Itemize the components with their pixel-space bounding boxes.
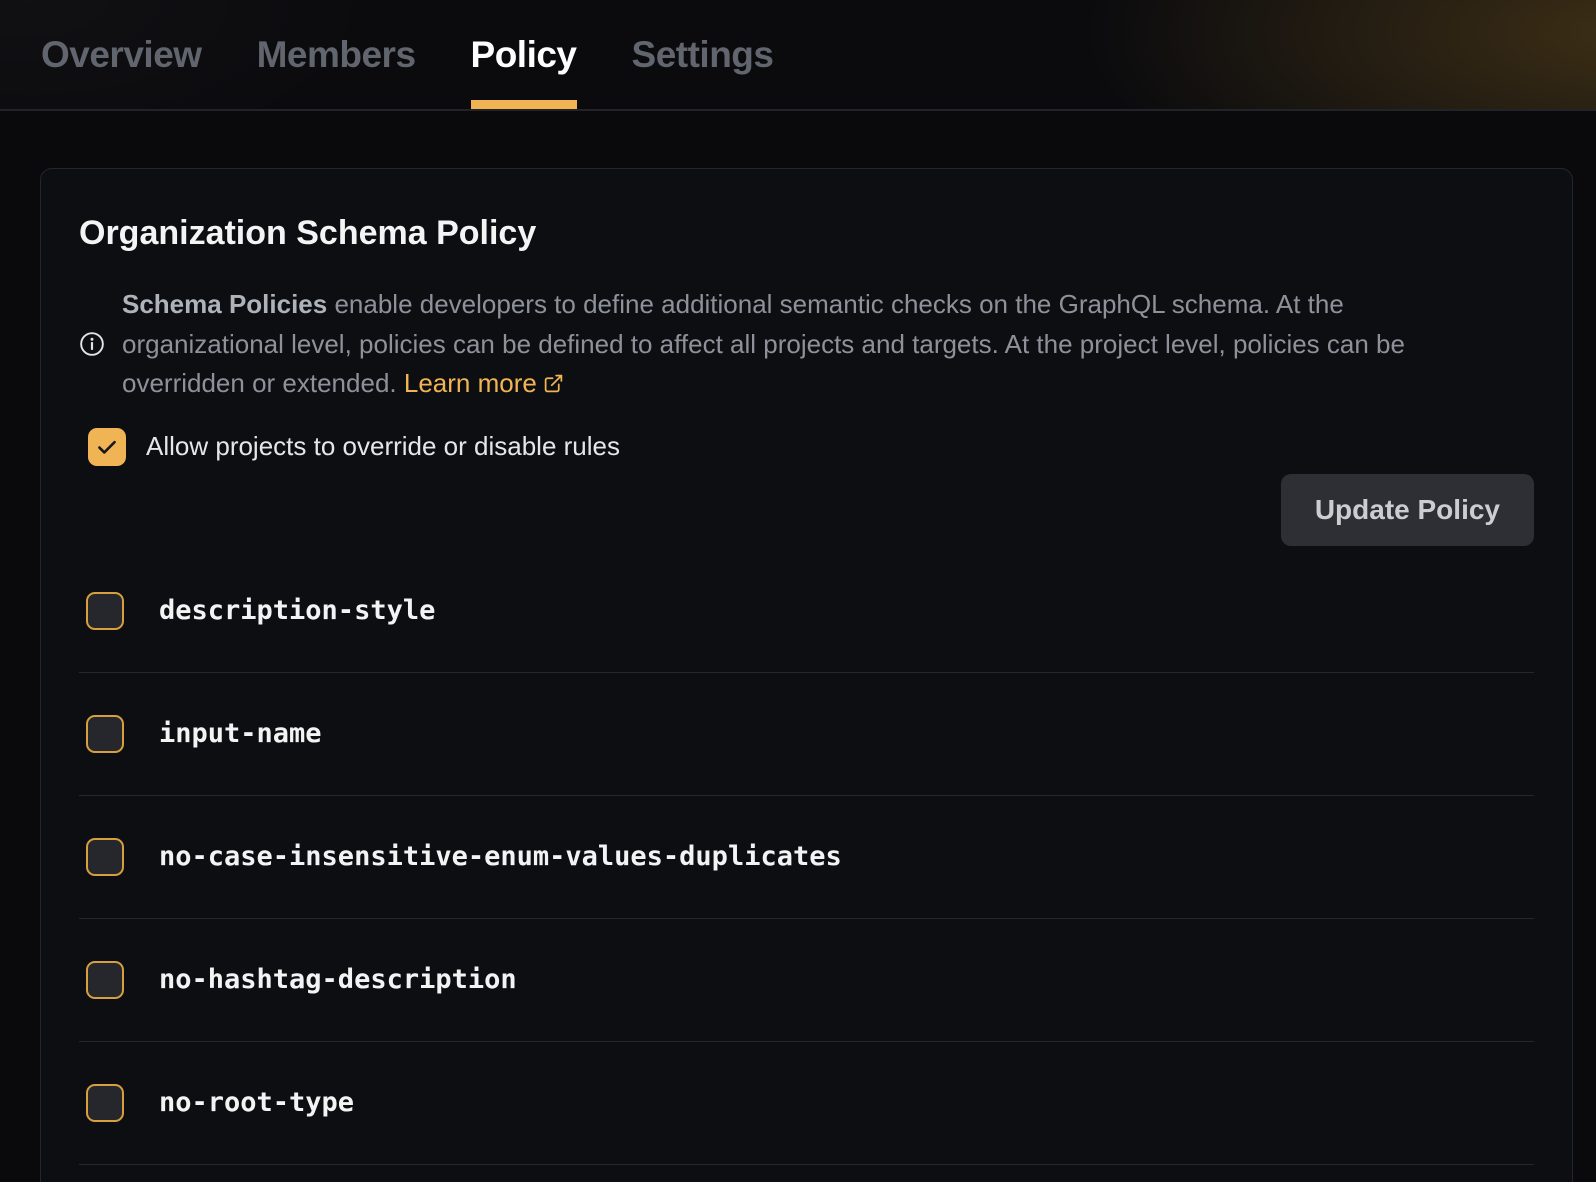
external-link-icon — [543, 373, 564, 394]
allow-override-label: Allow projects to override or disable ru… — [146, 431, 620, 462]
tab-bar: Overview Members Policy Settings — [0, 0, 1596, 111]
allow-override-checkbox[interactable] — [88, 428, 126, 466]
rule-checkbox[interactable] — [86, 592, 124, 630]
learn-more-link[interactable]: Learn more — [404, 368, 564, 398]
rule-name: no-root-type — [159, 1087, 354, 1118]
tab-overview[interactable]: Overview — [41, 0, 202, 109]
tab-label: Policy — [471, 34, 577, 76]
rule-name: description-style — [159, 595, 435, 626]
rule-row-input-name: input-name — [79, 673, 1534, 796]
learn-more-label: Learn more — [404, 368, 537, 398]
rule-row-description-style: description-style — [79, 550, 1534, 673]
info-icon — [79, 331, 105, 357]
rule-name: no-case-insensitive-enum-values-duplicat… — [159, 841, 842, 872]
description-lead: Schema Policies — [122, 289, 327, 319]
allow-override-row[interactable]: Allow projects to override or disable ru… — [88, 428, 620, 466]
rule-checkbox[interactable] — [86, 1084, 124, 1122]
rule-checkbox[interactable] — [86, 838, 124, 876]
button-row: Update Policy — [79, 474, 1534, 546]
rule-row-no-root-type: no-root-type — [79, 1042, 1534, 1165]
update-policy-button[interactable]: Update Policy — [1281, 474, 1534, 546]
tab-label: Settings — [632, 34, 774, 76]
policy-description: Schema Policies enable developers to def… — [122, 285, 1494, 404]
rule-row-no-case-insensitive-enum-values-duplicates: no-case-insensitive-enum-values-duplicat… — [79, 796, 1534, 919]
tab-label: Overview — [41, 34, 202, 76]
rules-list: description-style input-name no-case-ins… — [79, 550, 1534, 1165]
rule-row-no-hashtag-description: no-hashtag-description — [79, 919, 1534, 1042]
rule-name: no-hashtag-description — [159, 964, 517, 995]
policy-card: Organization Schema Policy Schema Polici… — [40, 168, 1573, 1182]
policy-description-row: Schema Policies enable developers to def… — [79, 285, 1534, 404]
rule-checkbox[interactable] — [86, 961, 124, 999]
tab-label: Members — [257, 34, 416, 76]
tab-policy[interactable]: Policy — [471, 0, 577, 109]
rule-checkbox[interactable] — [86, 715, 124, 753]
tab-members[interactable]: Members — [257, 0, 416, 109]
rule-name: input-name — [159, 718, 322, 749]
tab-settings[interactable]: Settings — [632, 0, 774, 109]
page-title: Organization Schema Policy — [79, 213, 1534, 253]
check-icon — [94, 434, 120, 460]
